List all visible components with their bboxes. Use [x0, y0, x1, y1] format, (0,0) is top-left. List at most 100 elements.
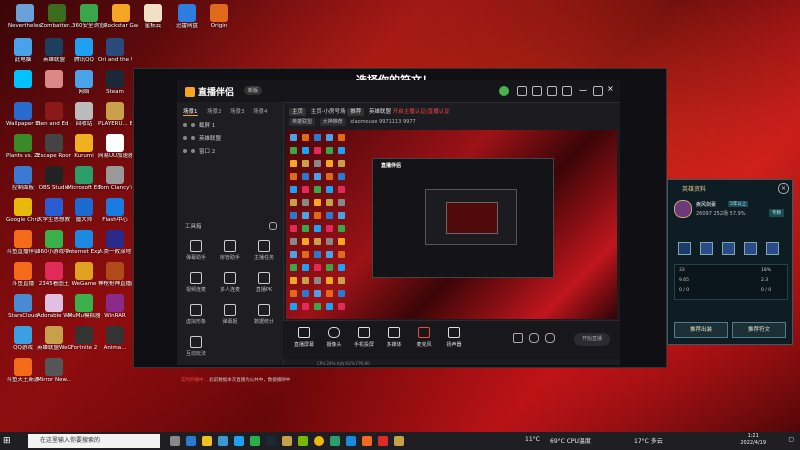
desktop-icon[interactable]: 2345看图王 — [37, 262, 71, 287]
tab-scene-3[interactable]: 场景3 — [230, 107, 245, 115]
desktop-icon[interactable]: Mirror New... — [37, 358, 71, 383]
auth-link[interactable]: 开启主播认证/直播认证 — [393, 109, 450, 115]
desktop-icon[interactable]: 斗鱼直播 — [6, 262, 40, 287]
desktop-icon[interactable]: Adorable Witch — [37, 294, 71, 319]
desktop-icon[interactable]: 斗鱼天王新游 — [6, 358, 40, 383]
desktop-icon[interactable]: OBS Studio — [37, 166, 71, 191]
notification-icon[interactable]: ▢ — [788, 436, 794, 443]
desktop-icon[interactable]: Steam — [98, 70, 132, 95]
taskbar-clock[interactable]: 1:21 2022/4/19 — [740, 433, 766, 447]
steam-icon[interactable] — [266, 436, 276, 446]
tool-interactive[interactable]: 互动玩法 — [181, 336, 211, 357]
desktop-icon[interactable]: 迅雷网盘 — [170, 4, 204, 29]
lock-icon[interactable] — [191, 123, 195, 127]
desktop-icon[interactable]: Microsoft Edge — [67, 166, 101, 191]
tool-video-link[interactable]: 视频连麦 — [181, 272, 211, 293]
lock-icon[interactable] — [191, 136, 195, 140]
source-item[interactable]: 英雄联盟 — [183, 134, 221, 142]
menu-icon[interactable] — [562, 86, 572, 96]
stream-preview[interactable]: 直播伴侣 — [286, 130, 617, 319]
screen-capture-button[interactable]: 直播屏幕 — [291, 327, 317, 348]
close-icon[interactable]: × — [778, 183, 789, 194]
desktop-icon[interactable]: Origin — [202, 4, 236, 29]
microphone-button[interactable]: 麦克风 — [411, 327, 437, 348]
desktop-icon[interactable]: StarsCloud — [6, 294, 40, 319]
lol-icon[interactable] — [282, 436, 292, 446]
taskbar-search-input[interactable]: 在这里输入你要搜索的 — [28, 434, 160, 448]
desktop-icon[interactable]: 网易UU加速器 — [98, 134, 132, 159]
desktop-icon[interactable]: Escape Room - T... — [37, 134, 71, 159]
speaker-button[interactable]: 扬声器 — [441, 327, 467, 348]
tab-scene-1[interactable]: 场景1 — [183, 107, 198, 116]
app-icon[interactable] — [330, 436, 340, 446]
store-icon[interactable] — [218, 436, 228, 446]
record-icon[interactable] — [513, 333, 523, 343]
phone-cast-button[interactable]: 手机投屏 — [351, 327, 377, 348]
desktop-icon[interactable]: Google Chrome — [6, 198, 40, 223]
version-badge[interactable]: 新版 — [244, 86, 263, 95]
app-icon[interactable] — [378, 436, 388, 446]
desktop-icon[interactable]: 神枪枪神直播间 — [98, 262, 132, 287]
windows-start-icon[interactable]: ⊞ — [3, 436, 11, 446]
desktop-icon[interactable]: WinRAR — [98, 294, 132, 319]
douyu-icon[interactable] — [362, 436, 372, 446]
tool-danmu-assistant[interactable]: 弹幕助手 — [181, 240, 211, 261]
desktop-icon[interactable]: Anima... — [98, 326, 132, 351]
desktop-icon[interactable]: 英雄联盟 — [37, 38, 71, 63]
desktop-icon[interactable]: 星标云 — [136, 4, 170, 29]
settings-gear-icon[interactable] — [545, 333, 555, 343]
desktop-icon[interactable]: Internet Explorer — [67, 230, 101, 255]
cpu-temp-tray[interactable]: 69°C CPU温度 — [550, 436, 591, 445]
folder-icon[interactable] — [202, 436, 212, 446]
weather-tray[interactable]: 11°C — [525, 436, 540, 443]
close-icon[interactable]: × — [607, 85, 615, 93]
desktop-icon[interactable]: PLAYERU... BATTLEGR... — [98, 102, 132, 127]
task-view-icon[interactable] — [170, 436, 180, 446]
desktop-icon[interactable]: Fortnite 2 — [67, 326, 101, 351]
app-icon[interactable] — [250, 436, 260, 446]
app-icon[interactable] — [346, 436, 356, 446]
tool-multi-link[interactable]: 多人连麦 — [215, 272, 245, 293]
avatar-icon[interactable] — [499, 86, 509, 96]
nvidia-icon[interactable] — [298, 436, 308, 446]
tool-danmu-ji[interactable]: 弹幕姬 — [215, 304, 245, 325]
desktop-icon[interactable]: Kurumi — [67, 134, 101, 159]
desktop-icon[interactable]: 360安全浏览器 — [72, 4, 106, 29]
gift-icon[interactable] — [532, 86, 542, 96]
room-title[interactable]: 主页·小房号场 — [311, 109, 346, 115]
tab-scene-2[interactable]: 场景2 — [207, 107, 222, 115]
tool-room-admin[interactable]: 房管助手 — [215, 240, 245, 261]
recommend-runes-button[interactable]: 推荐符文 — [732, 322, 786, 338]
desktop-icon[interactable]: 魔大师 — [67, 198, 101, 223]
recommend-build-button[interactable]: 推荐出装 — [674, 322, 728, 338]
tool-streamer-task[interactable]: 主播任务 — [249, 240, 279, 261]
qq-icon[interactable] — [234, 436, 244, 446]
desktop-icon[interactable]: Rockstar Games... — [104, 4, 138, 29]
desktop-icon[interactable]: MuMu模拟器 — [67, 294, 101, 319]
app-icon[interactable] — [394, 436, 404, 446]
desktop-icon[interactable]: Zombatter... — [40, 4, 74, 29]
message-icon[interactable] — [517, 86, 527, 96]
source-item[interactable]: 窗口 2 — [183, 147, 215, 155]
desktop-icon[interactable]: WeGame — [67, 262, 101, 287]
desktop-icon[interactable]: 斗鱼直播伴侣 — [6, 230, 40, 255]
desktop-icon[interactable]: Nevertheless — [8, 4, 42, 29]
desktop-icon[interactable]: Flash中心 — [98, 198, 132, 223]
desktop-icon[interactable]: 腾讯QQ — [67, 38, 101, 63]
tool-data-stats[interactable]: 数据统计 — [249, 304, 279, 325]
desktop-icon[interactable]: QQ游戏 — [6, 326, 40, 351]
start-live-button[interactable]: 开始直播 — [574, 333, 610, 346]
desktop-icon[interactable]: 回收站 — [67, 102, 101, 127]
desktop-icon[interactable]: Ori and the Will of... — [98, 38, 132, 63]
desktop-icon[interactable]: Wallpaper Engine — [6, 102, 40, 127]
chrome-icon[interactable] — [314, 436, 324, 446]
desktop-icon[interactable]: 此电脑 — [6, 38, 40, 63]
screenshot-icon[interactable] — [529, 333, 539, 343]
tool-live-pk[interactable]: 直播PK — [249, 272, 279, 293]
settings-icon[interactable] — [547, 86, 557, 96]
category-label[interactable]: 英雄联盟 — [369, 109, 391, 115]
visibility-icon[interactable] — [183, 136, 187, 140]
desktop-icon[interactable]: Tom Clancy's... — [98, 166, 132, 191]
tab-scene-4[interactable]: 场景4 — [253, 107, 268, 115]
add-tool-icon[interactable] — [269, 222, 277, 230]
